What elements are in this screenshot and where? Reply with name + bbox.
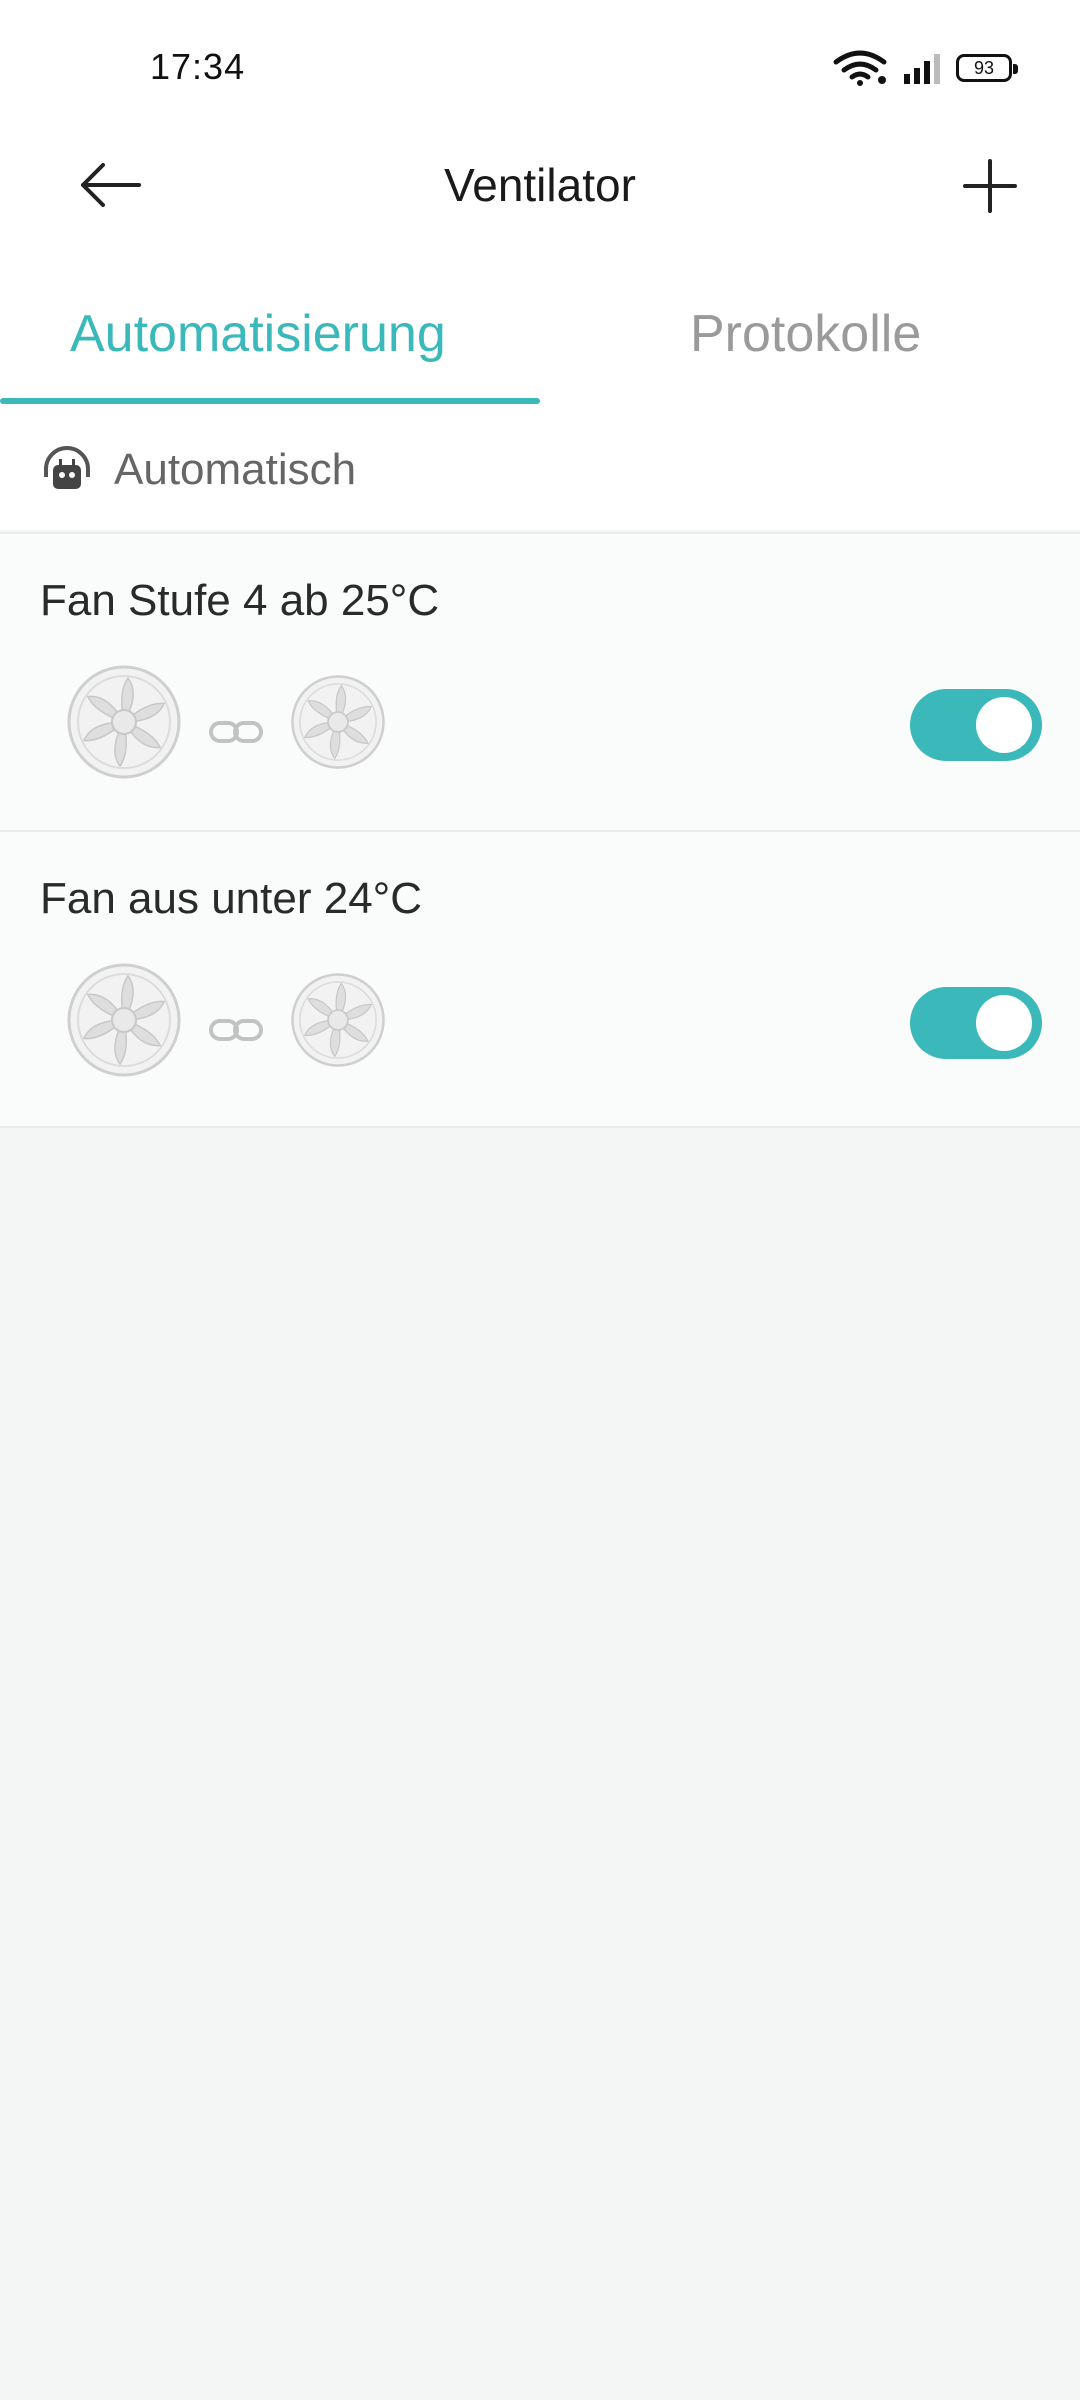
active-tab-indicator	[0, 398, 540, 404]
toggle-knob	[976, 697, 1032, 753]
status-icons: 93	[832, 48, 1018, 88]
section-header: Automatisch	[40, 440, 356, 500]
automation-toggle[interactable]	[910, 987, 1042, 1059]
tab-protokolle[interactable]: Protokolle	[690, 304, 921, 364]
status-time: 17:34	[150, 46, 246, 87]
automation-title: Fan aus unter 24°C	[40, 874, 423, 923]
divider	[0, 1126, 1080, 1128]
toggle-knob	[976, 995, 1032, 1051]
wifi-icon	[833, 50, 887, 86]
link-icon	[209, 1019, 263, 1041]
page-title: Ventilator	[444, 159, 636, 211]
battery-icon: 93	[956, 54, 1018, 82]
automation-card[interactable]: Fan Stufe 4 ab 25°C	[0, 534, 1080, 830]
fan-device-icon	[67, 665, 181, 779]
automation-title: Fan Stufe 4 ab 25°C	[40, 576, 440, 625]
plus-icon	[963, 159, 1017, 213]
section-label: Automatisch	[114, 445, 357, 494]
tab-bar: Automatisierung Protokolle	[0, 290, 1080, 406]
automation-toggle[interactable]	[910, 689, 1042, 761]
link-icon	[209, 721, 263, 743]
fan-device-icon	[291, 675, 385, 769]
signal-icon	[904, 54, 940, 84]
add-automation-button[interactable]	[950, 148, 1030, 224]
automation-card[interactable]: Fan aus unter 24°C	[0, 832, 1080, 1128]
battery-level: 93	[973, 57, 995, 78]
robot-icon	[44, 446, 90, 489]
fan-device-icon	[291, 973, 385, 1067]
fan-device-icon	[67, 963, 181, 1077]
tab-automatisierung[interactable]: Automatisierung	[70, 304, 446, 364]
